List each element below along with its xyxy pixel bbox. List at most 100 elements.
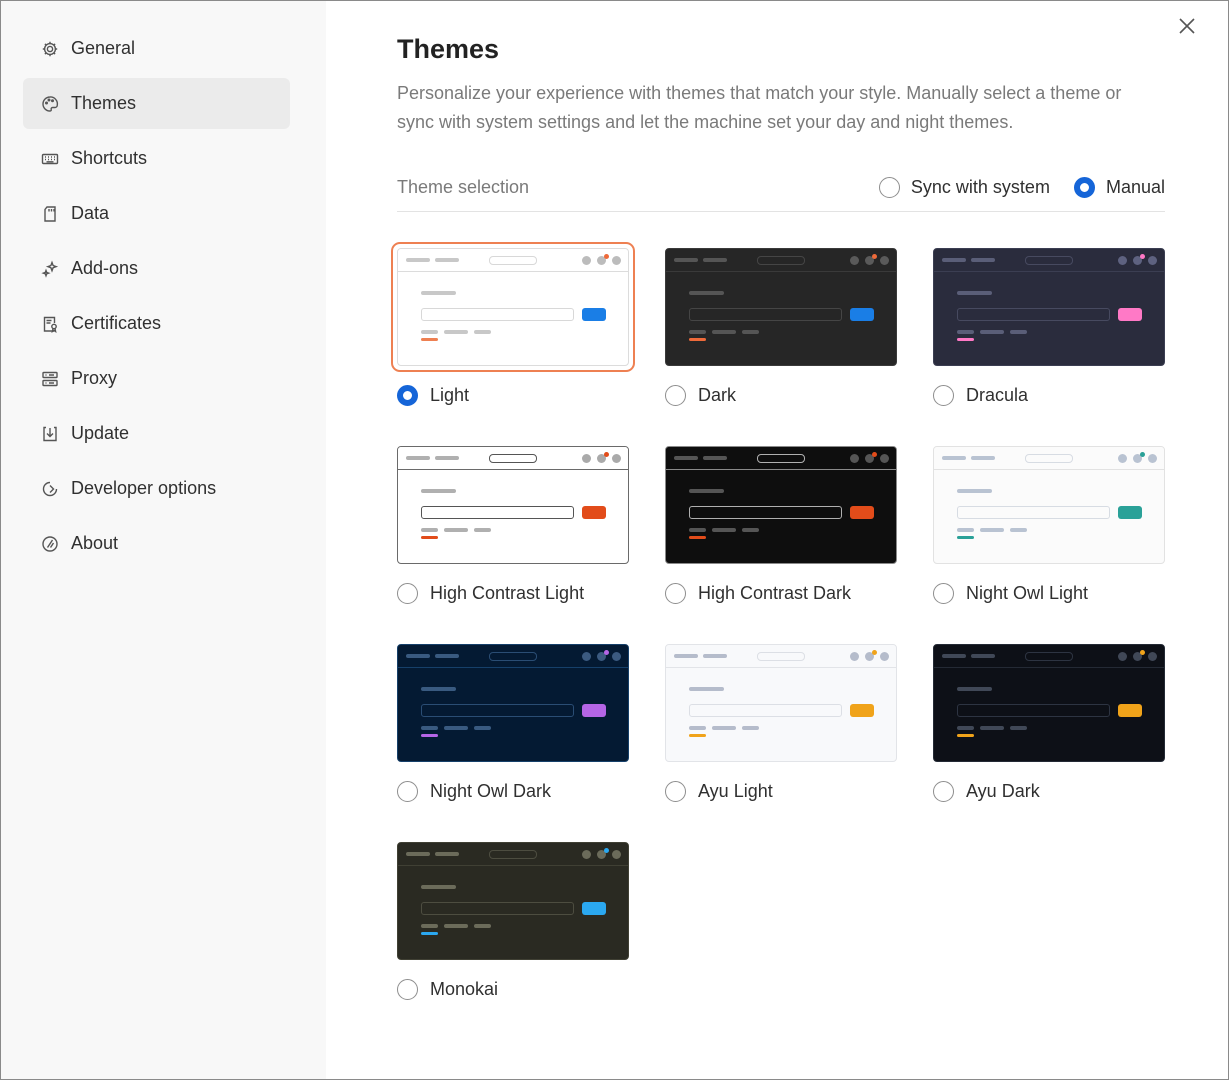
theme-card-night-owl-dark: Night Owl Dark <box>397 644 629 802</box>
developer-icon <box>40 479 60 499</box>
theme-preview-dracula[interactable] <box>933 248 1165 366</box>
theme-preview-night-owl-light[interactable] <box>933 446 1165 564</box>
theme-label: Night Owl Dark <box>430 781 552 801</box>
theme-card-ayu-dark: Ayu Dark <box>933 644 1165 802</box>
theme-option-high-contrast-dark[interactable]: High Contrast Dark <box>665 583 897 604</box>
theme-preview-night-owl-dark[interactable] <box>397 644 629 762</box>
sidebar-item-developer-options[interactable]: Developer options <box>23 463 290 514</box>
theme-label: Ayu Dark <box>966 781 1040 801</box>
theme-radio-high-contrast-light[interactable] <box>397 583 418 604</box>
sidebar-item-themes[interactable]: Themes <box>23 78 290 129</box>
theme-card-dark: Dark <box>665 248 897 406</box>
theme-preview-high-contrast-dark[interactable] <box>665 446 897 564</box>
sidebar-item-update[interactable]: Update <box>23 408 290 459</box>
sidebar-nav: General Themes Shortcuts Data Add-ons Certifi… <box>1 23 326 569</box>
theme-card-dracula: Dracula <box>933 248 1165 406</box>
theme-preview-thumbnail <box>397 248 629 366</box>
sync-with-system-option[interactable]: Sync with system <box>878 177 1050 198</box>
theme-radio-dracula[interactable] <box>933 385 954 406</box>
close-icon <box>1179 18 1195 34</box>
sidebar-item-add-ons[interactable]: Add-ons <box>23 243 290 294</box>
theme-preview-light[interactable] <box>391 242 635 372</box>
theme-radio-night-owl-dark[interactable] <box>397 781 418 802</box>
theme-preview-ayu-light[interactable] <box>665 644 897 762</box>
palette-icon <box>40 94 60 114</box>
theme-card-light: Light <box>391 242 635 406</box>
sidebar-item-label: Proxy <box>71 368 118 388</box>
info-badge-icon <box>40 534 60 554</box>
theme-radio-light[interactable] <box>397 385 418 406</box>
sync-with-system-label: Sync with system <box>910 177 1050 197</box>
theme-preview-thumbnail <box>397 842 629 960</box>
theme-option-monokai[interactable]: Monokai <box>397 979 629 1000</box>
theme-preview-monokai[interactable] <box>397 842 629 960</box>
theme-preview-thumbnail <box>397 446 629 564</box>
theme-option-ayu-light[interactable]: Ayu Light <box>665 781 897 802</box>
theme-option-ayu-dark[interactable]: Ayu Dark <box>933 781 1165 802</box>
keyboard-icon <box>40 149 60 169</box>
close-button[interactable] <box>1174 13 1200 39</box>
certificate-icon <box>40 314 60 334</box>
theme-label: Night Owl Light <box>966 583 1089 603</box>
sparkles-icon <box>40 259 60 279</box>
theme-preview-thumbnail <box>933 446 1165 564</box>
theme-radio-ayu-light[interactable] <box>665 781 686 802</box>
sidebar-item-certificates[interactable]: Certificates <box>23 298 290 349</box>
themes-content: Themes Personalize your experience with … <box>391 34 1165 1000</box>
manual-label: Manual <box>1105 177 1165 197</box>
sidebar-item-data[interactable]: Data <box>23 188 290 239</box>
settings-window: General Themes Shortcuts Data Add-ons Certifi… <box>0 0 1229 1080</box>
theme-option-high-contrast-light[interactable]: High Contrast Light <box>397 583 629 604</box>
sidebar-item-label: Data <box>71 203 110 223</box>
theme-preview-dark[interactable] <box>665 248 897 366</box>
theme-card-night-owl-light: Night Owl Light <box>933 446 1165 604</box>
theme-radio-night-owl-light[interactable] <box>933 583 954 604</box>
sync-with-system-radio[interactable] <box>878 177 900 198</box>
theme-label: Ayu Light <box>698 781 773 801</box>
theme-preview-thumbnail <box>933 248 1165 366</box>
server-icon <box>40 369 60 389</box>
theme-preview-thumbnail <box>665 644 897 762</box>
sidebar-item-label: Add-ons <box>71 258 139 278</box>
gear-icon <box>40 39 60 59</box>
theme-radio-high-contrast-dark[interactable] <box>665 583 686 604</box>
theme-preview-thumbnail <box>665 446 897 564</box>
theme-preview-thumbnail <box>397 644 629 762</box>
theme-mode-radio-group: Sync with system Manual <box>878 177 1165 198</box>
theme-option-night-owl-light[interactable]: Night Owl Light <box>933 583 1165 604</box>
theme-option-night-owl-dark[interactable]: Night Owl Dark <box>397 781 629 802</box>
sidebar-item-general[interactable]: General <box>23 23 290 74</box>
sidebar-item-label: Certificates <box>71 313 162 333</box>
sidebar-item-about[interactable]: About <box>23 518 290 569</box>
sd-card-icon <box>40 204 60 224</box>
manual-radio[interactable] <box>1073 177 1095 198</box>
theme-preview-thumbnail <box>665 248 897 366</box>
sidebar-item-label: Themes <box>71 93 137 113</box>
page-title: Themes <box>397 34 500 64</box>
theme-radio-dark[interactable] <box>665 385 686 406</box>
sidebar-item-label: Shortcuts <box>71 148 148 168</box>
sidebar-item-label: About <box>71 533 119 553</box>
theme-label: Dark <box>698 385 737 405</box>
theme-option-light[interactable]: Light <box>397 385 629 406</box>
theme-preview-high-contrast-light[interactable] <box>397 446 629 564</box>
theme-option-dracula[interactable]: Dracula <box>933 385 1165 406</box>
page-description: Personalize your experience with themes … <box>397 83 1122 132</box>
sidebar-item-shortcuts[interactable]: Shortcuts <box>23 133 290 184</box>
theme-label: High Contrast Dark <box>698 583 852 603</box>
theme-label: Light <box>430 385 470 405</box>
theme-card-high-contrast-dark: High Contrast Dark <box>665 446 897 604</box>
theme-radio-ayu-dark[interactable] <box>933 781 954 802</box>
theme-card-high-contrast-light: High Contrast Light <box>397 446 629 604</box>
theme-selection-label: Theme selection <box>397 177 530 197</box>
theme-label: Dracula <box>966 385 1029 405</box>
sidebar-item-proxy[interactable]: Proxy <box>23 353 290 404</box>
theme-radio-monokai[interactable] <box>397 979 418 1000</box>
theme-preview-ayu-dark[interactable] <box>933 644 1165 762</box>
manual-option[interactable]: Manual <box>1073 177 1165 198</box>
theme-label: Monokai <box>430 979 499 999</box>
download-icon <box>40 424 60 444</box>
theme-option-dark[interactable]: Dark <box>665 385 897 406</box>
theme-preview-thumbnail <box>933 644 1165 762</box>
sidebar-item-label: Update <box>71 423 130 443</box>
